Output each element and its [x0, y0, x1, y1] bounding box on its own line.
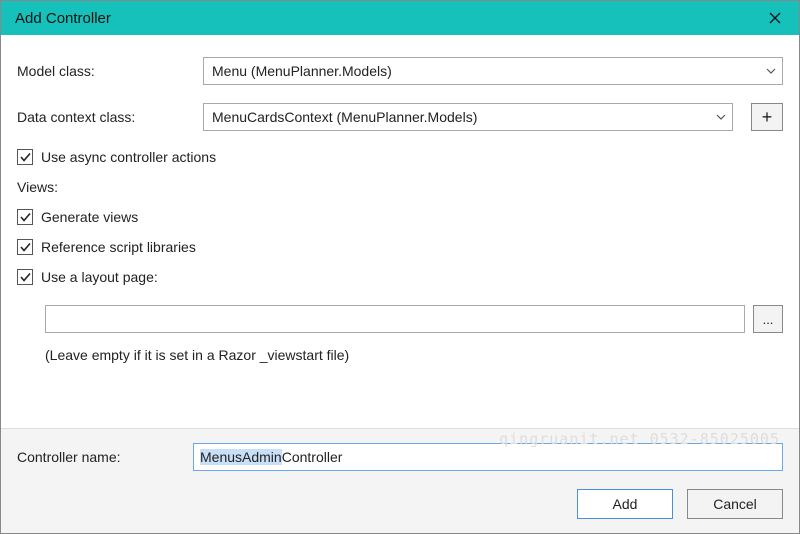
data-context-combo[interactable]: MenuCardsContext (MenuPlanner.Models)	[203, 103, 733, 131]
layout-page-label: Use a layout page:	[41, 269, 158, 285]
model-class-combo[interactable]: Menu (MenuPlanner.Models)	[203, 57, 783, 85]
model-class-value: Menu (MenuPlanner.Models)	[212, 63, 392, 79]
layout-page-input[interactable]	[45, 305, 745, 333]
dialog-buttons: Add Cancel	[17, 489, 783, 519]
check-icon	[20, 212, 31, 223]
check-icon	[20, 272, 31, 283]
async-actions-checkbox[interactable]	[17, 149, 33, 165]
chevron-down-icon	[766, 66, 776, 76]
layout-page-checkbox[interactable]	[17, 269, 33, 285]
titlebar: Add Controller	[1, 1, 799, 35]
data-context-label: Data context class:	[17, 109, 193, 125]
cancel-button[interactable]: Cancel	[687, 489, 783, 519]
generate-views-label: Generate views	[41, 209, 138, 225]
generate-views-checkbox[interactable]	[17, 209, 33, 225]
layout-page-row: Use a layout page:	[17, 269, 783, 285]
chevron-down-icon	[716, 112, 726, 122]
controller-name-rest: Controller	[282, 449, 343, 465]
browse-layout-button[interactable]: ...	[753, 305, 783, 333]
controller-name-row: Controller name: MenusAdminController	[17, 443, 783, 471]
dialog-window: Add Controller Model class: Menu (MenuPl…	[0, 0, 800, 534]
close-button[interactable]	[751, 1, 799, 35]
model-class-row: Model class: Menu (MenuPlanner.Models)	[17, 57, 783, 85]
dialog-body: Model class: Menu (MenuPlanner.Models) D…	[1, 35, 799, 533]
add-button[interactable]: Add	[577, 489, 673, 519]
controller-name-selected: MenusAdmin	[200, 449, 282, 465]
window-title: Add Controller	[15, 10, 111, 27]
data-context-row: Data context class: MenuCardsContext (Me…	[17, 103, 783, 131]
generate-views-row: Generate views	[17, 209, 783, 225]
ref-script-checkbox[interactable]	[17, 239, 33, 255]
data-context-value: MenuCardsContext (MenuPlanner.Models)	[212, 109, 477, 125]
ref-script-label: Reference script libraries	[41, 239, 196, 255]
controller-name-label: Controller name:	[17, 449, 193, 465]
dialog-footer: Controller name: MenusAdminController Ad…	[1, 428, 799, 533]
close-icon	[769, 12, 781, 24]
layout-hint: (Leave empty if it is set in a Razor _vi…	[45, 347, 783, 363]
views-section-label: Views:	[17, 179, 783, 195]
add-data-context-button[interactable]: +	[751, 103, 783, 131]
check-icon	[20, 152, 31, 163]
layout-input-row: ...	[45, 305, 783, 333]
check-icon	[20, 242, 31, 253]
async-actions-label: Use async controller actions	[41, 149, 216, 165]
model-class-label: Model class:	[17, 63, 193, 79]
controller-name-input[interactable]: MenusAdminController	[193, 443, 783, 471]
ref-script-row: Reference script libraries	[17, 239, 783, 255]
async-actions-row: Use async controller actions	[17, 149, 783, 165]
